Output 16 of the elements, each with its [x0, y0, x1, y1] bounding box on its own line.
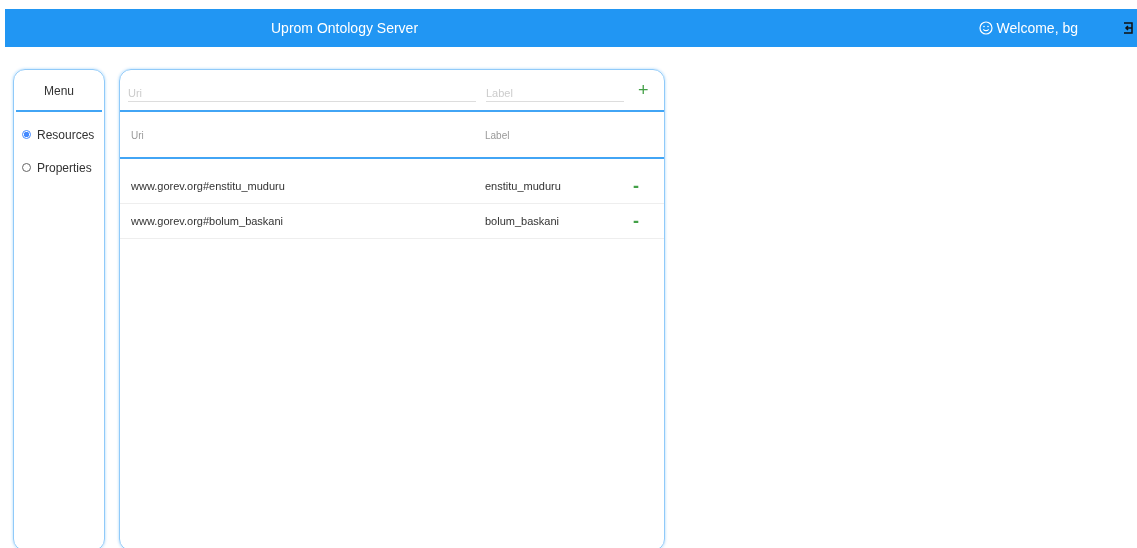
- remove-button[interactable]: -: [629, 210, 643, 232]
- app-title: Uprom Ontology Server: [271, 20, 419, 36]
- column-header: Uri: [131, 130, 145, 141]
- add-button[interactable]: +: [634, 79, 653, 101]
- menu-radio-item[interactable]: Resources: [14, 124, 104, 145]
- table-cell-text: enstitu_muduru: [485, 180, 562, 192]
- menu-title: Menu: [16, 70, 102, 112]
- remove-button[interactable]: -: [629, 175, 643, 197]
- table-cell-text: www.gorev.org#bolum_baskani: [131, 215, 285, 227]
- table-cell-text: bolum_baskani: [485, 215, 560, 227]
- table-cell-text: www.gorev.org#enstitu_muduru: [131, 180, 286, 192]
- smiley-icon: [978, 21, 993, 35]
- menu-radio-item[interactable]: Properties: [14, 157, 104, 178]
- welcome-text: Welcome, bg: [996, 20, 1078, 36]
- logout-icon[interactable]: [1123, 22, 1133, 34]
- column-header: Label: [485, 130, 511, 141]
